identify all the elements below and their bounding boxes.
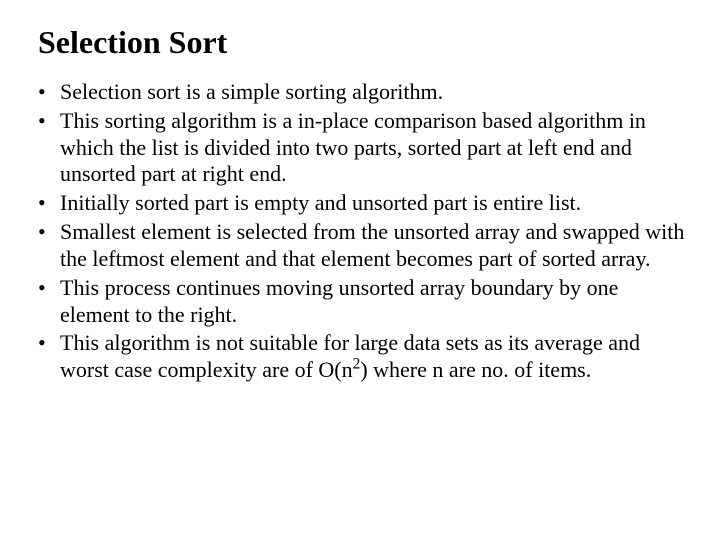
slide-title: Selection Sort xyxy=(38,24,700,61)
bullet-text: Initially sorted part is empty and unsor… xyxy=(60,190,581,215)
bullet-text: This process continues moving unsorted a… xyxy=(60,275,618,327)
list-item: This process continues moving unsorted a… xyxy=(60,275,690,329)
bullet-text: This sorting algorithm is a in-place com… xyxy=(60,108,646,187)
list-item: Smallest element is selected from the un… xyxy=(60,219,690,273)
list-item: This sorting algorithm is a in-place com… xyxy=(60,108,690,188)
bullet-text: Smallest element is selected from the un… xyxy=(60,219,684,271)
bullet-text: Selection sort is a simple sorting algor… xyxy=(60,79,443,104)
list-item: Selection sort is a simple sorting algor… xyxy=(60,79,690,106)
bullet-text-post: ) where n are no. of items. xyxy=(360,357,591,382)
slide: Selection Sort Selection sort is a simpl… xyxy=(0,0,720,540)
list-item: This algorithm is not suitable for large… xyxy=(60,330,690,384)
list-item: Initially sorted part is empty and unsor… xyxy=(60,190,690,217)
bullet-list: Selection sort is a simple sorting algor… xyxy=(20,79,700,384)
